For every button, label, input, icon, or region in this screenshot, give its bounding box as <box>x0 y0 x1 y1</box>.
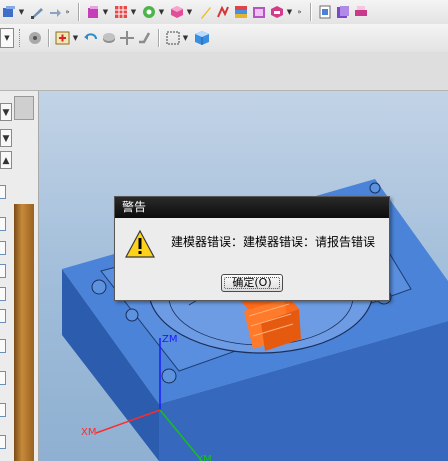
resource-tab[interactable] <box>0 309 6 323</box>
axis-label-y: YM <box>196 454 212 461</box>
move-handle-icon[interactable] <box>119 30 135 46</box>
chevron-down-icon[interactable]: ▼ <box>102 8 109 16</box>
resource-tab[interactable] <box>0 403 6 417</box>
command-bar-area <box>0 52 448 91</box>
undo-icon[interactable] <box>83 30 99 46</box>
chevron-down-icon[interactable]: ▼ <box>18 8 25 16</box>
bend-icon[interactable] <box>137 30 153 46</box>
panel-texture <box>14 204 34 461</box>
axis-label-x: XM <box>81 427 96 438</box>
dropdown-toggle[interactable]: ▼ <box>0 28 14 48</box>
bolt-hole <box>369 182 381 194</box>
dialog-message: 建模器错误：建模器错误：请报告错误 <box>171 235 376 249</box>
print-icon[interactable] <box>353 4 369 20</box>
cube-pink-icon[interactable] <box>169 4 185 20</box>
chevron-down-icon[interactable]: ▼ <box>286 8 293 16</box>
scroll-thumb[interactable] <box>14 96 34 120</box>
chevron-down-icon[interactable]: ▼ <box>130 8 137 16</box>
resource-tab[interactable] <box>0 264 6 278</box>
pages-icon[interactable] <box>335 4 351 20</box>
toolbar-separator <box>158 29 160 47</box>
chevron-down-icon[interactable]: ▼ <box>182 34 189 42</box>
resource-tab[interactable] <box>0 241 6 255</box>
main-toolbar: ▼ » ▼ ▼ ▼ ▼ ▼ » <box>0 0 448 25</box>
shape-pink-icon[interactable] <box>269 4 285 20</box>
toolbar-blue-icon[interactable] <box>1 4 17 20</box>
color-stack-icon[interactable] <box>233 4 249 20</box>
solid-gray-icon[interactable] <box>101 30 117 46</box>
toolbar-separator <box>310 3 312 21</box>
resource-bar: ▼ ▼ ▲ <box>0 91 39 461</box>
cube-magenta-icon[interactable] <box>85 4 101 20</box>
layers-icon[interactable] <box>251 4 267 20</box>
bolt-hole <box>91 279 107 295</box>
snap-gray-icon[interactable] <box>27 30 43 46</box>
chevron-down-icon[interactable]: ▼ <box>158 8 165 16</box>
axis-label-z: ZM <box>162 334 177 345</box>
chevron-down-icon[interactable]: ▼ <box>72 34 79 42</box>
resource-tab[interactable] <box>0 435 6 449</box>
bolt-hole <box>161 368 177 384</box>
warning-icon <box>124 229 156 258</box>
ok-button[interactable]: 确定(O) <box>221 274 283 292</box>
overflow-chevron-icon[interactable]: » <box>296 8 303 16</box>
sketch-red-icon[interactable] <box>215 4 231 20</box>
bolt-hole <box>125 308 139 322</box>
expand-chevron-icon[interactable]: ▼ <box>0 103 12 121</box>
expand-chevron-icon[interactable]: ▼ <box>0 129 12 147</box>
view-toolbar: ▼ ▼ ▼ <box>0 24 448 53</box>
toolbar-separator <box>78 3 80 21</box>
view-cube-icon[interactable] <box>193 29 211 47</box>
overflow-chevron-icon[interactable]: » <box>64 8 71 16</box>
chevron-down-icon[interactable]: ▼ <box>186 8 193 16</box>
box-select-icon[interactable] <box>165 30 181 46</box>
feature-green-icon[interactable] <box>141 4 157 20</box>
collapse-chevron-icon[interactable]: ▲ <box>0 151 12 169</box>
resource-tab[interactable] <box>0 185 6 199</box>
resource-tab[interactable] <box>0 217 6 231</box>
grid-red-icon[interactable] <box>113 4 129 20</box>
pencil-yellow-icon[interactable] <box>197 4 213 20</box>
selection-filter-icon[interactable] <box>55 30 71 46</box>
warning-dialog: 警告 建模器错误：建模器错误：请报告错误 确定(O) <box>114 196 390 301</box>
toolbar-grip <box>19 29 23 47</box>
resource-tab[interactable] <box>0 339 6 353</box>
arrow-icon[interactable] <box>47 4 63 20</box>
tool-pen-icon[interactable] <box>29 4 45 20</box>
resource-tab[interactable] <box>0 371 6 385</box>
resource-tab[interactable] <box>0 287 6 301</box>
document-icon[interactable] <box>317 4 333 20</box>
toolbar-separator <box>48 29 50 47</box>
dialog-title: 警告 <box>115 197 389 218</box>
